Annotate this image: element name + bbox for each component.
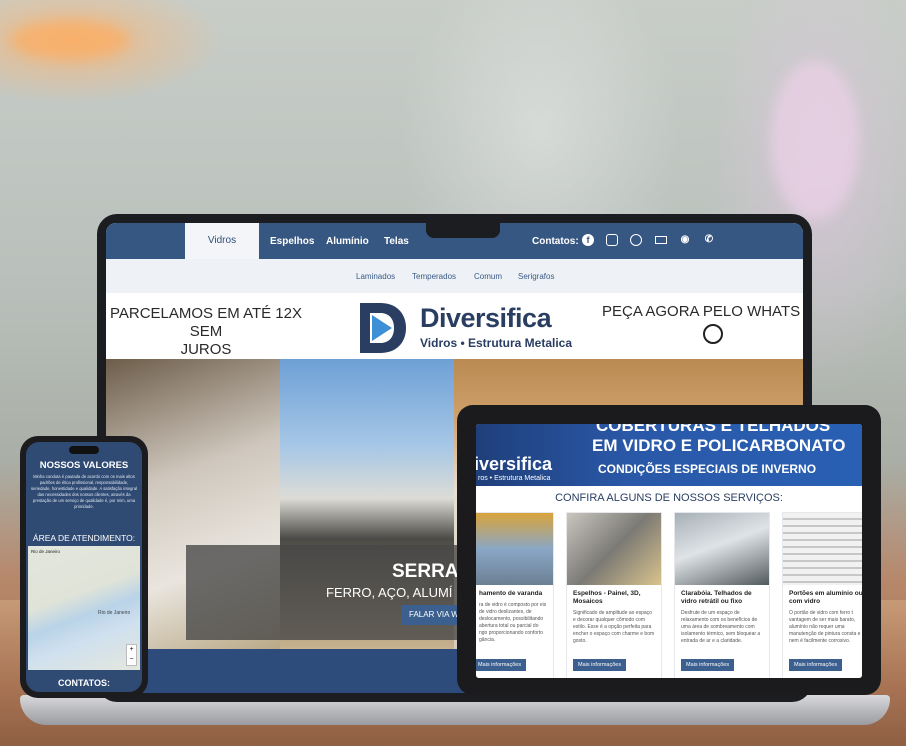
- tablet-promo-banner: COBERTURAS E TELHADOS EM VIDRO E POLICAR…: [476, 424, 862, 486]
- whatsapp-icon[interactable]: [630, 234, 642, 246]
- tablet-brand: iversifica: [476, 454, 553, 474]
- hero-subtitle: FERRO, AÇO, ALUMÍ: [326, 585, 453, 600]
- zoom-out-button[interactable]: −: [127, 655, 136, 665]
- card-image: [675, 513, 769, 585]
- contacts-title: CONTATOS:: [58, 678, 110, 688]
- camera-notch: [426, 223, 500, 238]
- whatsapp-icon: [703, 324, 723, 344]
- card-image: [476, 513, 553, 585]
- phone: NOSSOS VALORES Minha conduta é pautada d…: [20, 436, 148, 698]
- background-light: [10, 20, 130, 60]
- subnav-item-comum[interactable]: Comum: [474, 272, 502, 281]
- service-card: Clarabóia. Telhados de vidro retrátil ou…: [674, 512, 770, 678]
- hero-caption: SERRAL FERRO, AÇO, ALUMÍ FALAR VIA W: [186, 545, 476, 640]
- more-info-button[interactable]: Mais informações: [681, 659, 735, 671]
- diversifica-logo-icon: [360, 303, 406, 353]
- contacts-label: Contatos:: [532, 236, 579, 247]
- brand-tagline: Vidros • Estrutura Metalica: [420, 336, 573, 350]
- values-text: Minha conduta é pautada de acordo com os…: [31, 474, 137, 509]
- installments-promo: PARCELAMOS EM ATÉ 12X SEM JUROS: [109, 305, 302, 358]
- location-icon[interactable]: ◉: [679, 234, 691, 246]
- subnav-item-laminados[interactable]: Laminados: [356, 272, 395, 281]
- header-banner: PARCELAMOS EM ATÉ 12X SEM JUROS Diversif…: [106, 293, 803, 359]
- service-area-title: ÁREA DE ATENDIMENTO:: [32, 533, 136, 543]
- phone-icon[interactable]: ✆: [703, 234, 715, 246]
- nav-item-espelhos[interactable]: Espelhos: [270, 236, 314, 247]
- sub-navigation: Laminados Temperados Comum Serigrafos: [106, 259, 803, 293]
- phone-screen: NOSSOS VALORES Minha conduta é pautada d…: [26, 442, 142, 692]
- facebook-icon[interactable]: f: [582, 234, 594, 246]
- card-image: [567, 513, 661, 585]
- service-card: Espelhos - Painel, 3D, Mosaicos Signific…: [566, 512, 662, 678]
- more-info-button[interactable]: Mais informações: [476, 659, 527, 671]
- services-title: CONFIRA ALGUNS DE NOSSOS SERVIÇOS:: [555, 492, 783, 504]
- tablet-screen: COBERTURAS E TELHADOS EM VIDRO E POLICAR…: [476, 424, 862, 678]
- service-card: Portões em alumínio ou com vidro O portã…: [782, 512, 862, 678]
- tablet: COBERTURAS E TELHADOS EM VIDRO E POLICAR…: [457, 405, 881, 695]
- values-title: NOSSOS VALORES: [39, 460, 129, 471]
- instagram-icon[interactable]: [606, 234, 618, 246]
- dynamic-island: [69, 446, 99, 454]
- brand-name: Diversifica: [420, 303, 552, 333]
- nav-item-aluminio[interactable]: Alumínio: [326, 236, 369, 247]
- background-light: [770, 60, 860, 220]
- subnav-item-temperados[interactable]: Temperados: [412, 272, 456, 281]
- more-info-button[interactable]: Mais informações: [789, 659, 843, 671]
- more-info-button[interactable]: Mais informações: [573, 659, 627, 671]
- nav-item-vidros[interactable]: Vidros: [185, 223, 259, 259]
- whatsapp-promo[interactable]: PEÇA AGORA PELO WHATS: [602, 303, 803, 344]
- zoom-in-button[interactable]: +: [127, 645, 136, 655]
- service-area-map[interactable]: Rio de Janeiro Rio de Janeiro + −: [28, 546, 140, 670]
- email-icon[interactable]: [655, 236, 667, 244]
- nav-item-telas[interactable]: Telas: [384, 236, 409, 247]
- service-card: hamento de varanda ra de vidro é compost…: [476, 512, 554, 678]
- card-image: [783, 513, 862, 585]
- subnav-item-serigrafos[interactable]: Serigrafos: [518, 272, 554, 281]
